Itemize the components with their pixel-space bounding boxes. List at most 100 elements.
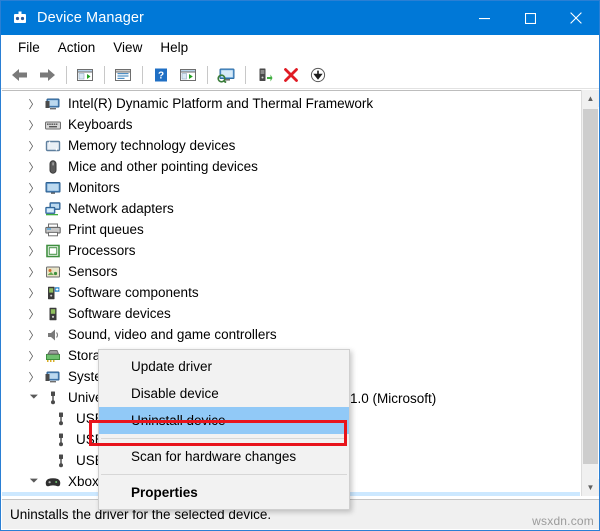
tree-row-label: Keyboards	[68, 116, 133, 132]
update-driver-icon	[259, 68, 273, 81]
close-button[interactable]	[553, 1, 599, 35]
toolbar-separator	[104, 65, 105, 84]
properties-button[interactable]	[110, 63, 136, 87]
menu-bar: File Action View Help	[1, 35, 599, 61]
processor-icon	[44, 243, 62, 259]
tree-row-label: Print queues	[68, 221, 144, 237]
chevron-right-icon[interactable]: 〉	[26, 348, 42, 364]
toolbar-separator	[245, 65, 246, 84]
scroll-up-button[interactable]: ▲	[582, 90, 599, 107]
view-pane-icon	[180, 68, 196, 81]
scrollbar-thumb[interactable]	[583, 109, 598, 464]
properties-icon	[115, 68, 131, 81]
tree-row-label: Mice and other pointing devices	[68, 158, 258, 174]
tree-row-mice-and-other-pointing-devices[interactable]: 〉 Mice and other pointing devices	[2, 156, 580, 177]
chevron-right-icon[interactable]: 〉	[26, 306, 42, 322]
window-controls	[461, 1, 599, 35]
menu-action[interactable]: Action	[49, 37, 105, 58]
chevron-right-icon[interactable]: 〉	[26, 138, 42, 154]
tree-row-software-components[interactable]: 〉 Software components	[2, 282, 580, 303]
minimize-button[interactable]	[461, 1, 507, 35]
context-menu-properties[interactable]: Properties	[99, 479, 349, 506]
context-menu-separator	[101, 474, 347, 475]
menu-help[interactable]: Help	[151, 37, 197, 58]
memory-icon	[44, 138, 62, 154]
context-menu-scan-hardware-changes[interactable]: Scan for hardware changes	[99, 443, 349, 470]
scan-monitor-icon	[217, 68, 235, 83]
context-menu: Update driver Disable device Uninstall d…	[98, 349, 350, 510]
chevron-down-icon[interactable]: ⏷	[26, 390, 42, 406]
vertical-scrollbar[interactable]: ▲ ▼	[581, 90, 599, 496]
maximize-button[interactable]	[507, 1, 553, 35]
tree-row-label: Memory technology devices	[68, 137, 236, 153]
back-button[interactable]	[7, 63, 33, 87]
context-menu-disable-device[interactable]: Disable device	[99, 380, 349, 407]
tree-row-label: Monitors	[68, 179, 120, 195]
tree-row-software-devices[interactable]: 〉 Software devices	[2, 303, 580, 324]
keyboard-icon	[44, 117, 62, 133]
storage-controller-icon	[44, 348, 62, 364]
chevron-right-icon[interactable]: 〉	[26, 180, 42, 196]
menu-file[interactable]: File	[9, 37, 49, 58]
tree-row-label: Intel(R) Dynamic Platform and Thermal Fr…	[68, 95, 374, 111]
uninstall-device-button[interactable]	[278, 63, 304, 87]
tree-row-sound-video-and-game-controllers[interactable]: 〉 Sound, video and game controllers	[2, 324, 580, 345]
help-question-icon: ?	[155, 68, 167, 81]
tree-row-intel-dynamic-platform[interactable]: 〉 Intel(R) Dynamic Platform and Thermal …	[2, 93, 580, 114]
disable-device-button[interactable]	[305, 63, 331, 87]
chevron-right-icon[interactable]: 〉	[26, 96, 42, 112]
chevron-down-icon[interactable]: ⏷	[26, 474, 42, 490]
tree-row-sensors[interactable]: 〉 Sensors	[2, 261, 580, 282]
chevron-right-icon[interactable]: 〉	[26, 117, 42, 133]
tree-row-network-adapters[interactable]: 〉 Network adapters	[2, 198, 580, 219]
software-device-icon	[44, 306, 62, 322]
gamepad-icon	[52, 495, 70, 497]
usb-icon	[52, 432, 70, 448]
computer-icon	[44, 96, 62, 112]
chevron-right-icon[interactable]: 〉	[26, 222, 42, 238]
disable-arrow-icon	[310, 67, 326, 82]
monitor-icon	[44, 180, 62, 196]
tree-row-label: Software components	[68, 284, 199, 300]
forward-button[interactable]	[34, 63, 60, 87]
speaker-icon	[44, 327, 62, 343]
gamepad-icon	[44, 474, 62, 490]
toolbar-separator	[142, 65, 143, 84]
chevron-right-icon[interactable]: 〉	[26, 369, 42, 385]
scroll-down-button[interactable]: ▼	[582, 479, 599, 496]
back-arrow-icon	[12, 68, 27, 81]
title-bar: Device Manager	[1, 1, 599, 35]
tree-row-memory-technology-devices[interactable]: 〉 Memory technology devices	[2, 135, 580, 156]
show-hide-console-tree-button[interactable]	[72, 63, 98, 87]
chevron-right-icon[interactable]: 〉	[26, 285, 42, 301]
software-component-icon	[44, 285, 62, 301]
toolbar-separator	[207, 65, 208, 84]
device-manager-icon	[11, 10, 29, 26]
menu-view[interactable]: View	[104, 37, 151, 58]
tree-row-print-queues[interactable]: 〉 Print queues	[2, 219, 580, 240]
tree-row-monitors[interactable]: 〉 Monitors	[2, 177, 580, 198]
tree-row-label: Network adapters	[68, 200, 174, 216]
forward-arrow-icon	[40, 68, 55, 81]
tree-row-label: Processors	[68, 242, 136, 258]
device-manager-window: Device Manager File Action View Help ? 〉…	[0, 0, 600, 531]
sensor-icon	[44, 264, 62, 280]
chevron-right-icon[interactable]: 〉	[26, 159, 42, 175]
context-menu-separator	[101, 438, 347, 439]
chevron-right-icon[interactable]: 〉	[26, 243, 42, 259]
context-menu-update-driver[interactable]: Update driver	[99, 353, 349, 380]
svg-text:?: ?	[158, 70, 164, 81]
toolbar: ?	[1, 61, 599, 89]
chevron-right-icon[interactable]: 〉	[26, 327, 42, 343]
context-menu-uninstall-device[interactable]: Uninstall device	[99, 407, 349, 434]
window-title: Device Manager	[37, 10, 144, 26]
usb-icon	[52, 411, 70, 427]
update-driver-button[interactable]	[251, 63, 277, 87]
scan-hardware-changes-button[interactable]	[213, 63, 239, 87]
chevron-right-icon[interactable]: 〉	[26, 264, 42, 280]
help-button[interactable]: ?	[148, 63, 174, 87]
tree-row-processors[interactable]: 〉 Processors	[2, 240, 580, 261]
chevron-right-icon[interactable]: 〉	[26, 201, 42, 217]
tree-row-keyboards[interactable]: 〉 Keyboards	[2, 114, 580, 135]
view-button[interactable]	[175, 63, 201, 87]
